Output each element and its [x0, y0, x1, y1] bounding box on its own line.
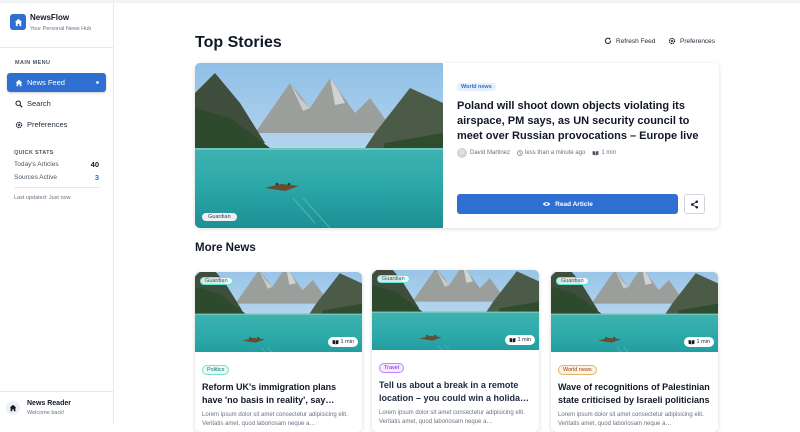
card-excerpt: Lorem ipsum dolor sit amet consectetur a… — [202, 412, 348, 427]
home-icon — [14, 78, 23, 87]
search-icon — [14, 99, 23, 108]
user-profile[interactable]: News Reader Welcome back! — [0, 391, 113, 424]
last-updated: Last updated: Just now — [14, 195, 71, 201]
news-card[interactable]: Guardian 1 min Travel Tell us about a br… — [372, 270, 539, 432]
user-home-icon — [6, 401, 20, 415]
stat-sources-active: Sources Active 3 — [0, 171, 113, 184]
read-time-chip: 1 min — [683, 337, 714, 347]
read-time-text: 1 min — [696, 339, 710, 345]
lake-photo — [195, 63, 443, 228]
card-image: Guardian 1 min — [551, 272, 718, 352]
stat-label: Today's Articles — [14, 161, 59, 168]
category-chip: Politics — [202, 365, 230, 375]
card-excerpt: Lorem ipsum dolor sit amet consectetur a… — [558, 412, 704, 427]
eye-icon — [542, 202, 551, 206]
category-chip: World news — [457, 83, 496, 91]
sidebar-item-label: Preferences — [27, 120, 68, 129]
gear-icon — [14, 120, 23, 129]
publish-time: less than a minute ago — [517, 150, 585, 156]
refresh-feed-label: Refresh Feed — [616, 37, 656, 45]
stat-value: 3 — [94, 173, 99, 182]
card-excerpt: Lorem ipsum dolor sit amet consectetur a… — [379, 410, 525, 425]
card-image: Guardian 1 min — [372, 270, 539, 350]
read-time-chip: 1 min — [327, 337, 358, 347]
read-time-text: 1 min — [340, 339, 354, 345]
author-name: David Martinez — [470, 150, 511, 156]
featured-meta: D David Martinez less than a minute ago … — [457, 148, 709, 158]
read-article-label: Read Article — [555, 200, 593, 208]
read-time-chip: 1 min — [504, 335, 535, 345]
sidebar-item-label: Search — [27, 99, 51, 108]
source-badge: Guardian — [202, 213, 237, 221]
featured-title[interactable]: Poland will shoot down objects violating… — [457, 99, 709, 144]
sidebar-item-news-feed[interactable]: News Feed — [7, 73, 106, 92]
news-card[interactable]: Guardian 1 min Politics Reform UK's immi… — [195, 272, 362, 432]
category-chip: World news — [558, 365, 597, 375]
stat-todays-articles: Today's Articles 40 — [0, 158, 113, 171]
user-subtitle: Welcome back! — [27, 410, 65, 416]
stat-label: Sources Active — [14, 174, 57, 181]
home-logo-icon — [10, 14, 26, 30]
featured-image[interactable]: Guardian — [195, 63, 443, 228]
book-icon — [688, 339, 694, 345]
sidebar-item-search[interactable]: Search — [7, 94, 106, 113]
read-article-button[interactable]: Read Article — [457, 194, 678, 214]
book-icon — [592, 150, 599, 156]
book-icon — [332, 339, 338, 345]
clock-icon — [517, 150, 523, 156]
menu-label: MAIN MENU — [15, 60, 51, 66]
main-content: Top Stories Refresh Feed Preferences Gua… — [114, 3, 800, 432]
publish-time-text: less than a minute ago — [525, 150, 586, 156]
read-time-text: 1 min — [601, 150, 617, 156]
stat-value: 40 — [90, 160, 99, 169]
refresh-feed-button[interactable]: Refresh Feed — [604, 37, 655, 45]
news-card[interactable]: Guardian 1 min World news Wave of recogn… — [551, 272, 718, 432]
sidebar-item-preferences[interactable]: Preferences — [7, 115, 106, 134]
more-news-title: More News — [195, 242, 256, 254]
preferences-label: Preferences — [680, 37, 716, 45]
source-chip: Guardian — [556, 277, 589, 285]
source-chip: Guardian — [200, 277, 233, 285]
brand[interactable]: NewsFlow Your Personal News Hub — [0, 3, 113, 47]
app-name: NewsFlow — [30, 13, 70, 22]
gear-icon — [668, 37, 676, 45]
read-time: 1 min — [592, 150, 616, 156]
preferences-button[interactable]: Preferences — [668, 37, 715, 45]
featured-story[interactable]: Guardian World news Poland will shoot do… — [195, 63, 719, 228]
read-time-text: 1 min — [517, 337, 531, 343]
author-avatar: D — [457, 148, 467, 158]
card-title[interactable]: Reform UK's immigration plans have 'no b… — [202, 381, 355, 408]
active-indicator-dot — [96, 81, 99, 84]
user-name: News Reader — [27, 400, 71, 407]
card-title[interactable]: Tell us about a break in a remote locati… — [379, 379, 532, 406]
card-image: Guardian 1 min — [195, 272, 362, 352]
sidebar: NewsFlow Your Personal News Hub MAIN MEN… — [0, 3, 114, 424]
page-title: Top Stories — [195, 34, 282, 51]
quick-stats-label: QUICK STATS — [14, 150, 54, 156]
card-title[interactable]: Wave of recognitions of Palestinian stat… — [558, 381, 711, 408]
refresh-icon — [604, 37, 612, 45]
source-chip: Guardian — [377, 275, 410, 283]
category-chip: Travel — [379, 363, 405, 373]
sidebar-item-label: News Feed — [27, 78, 65, 87]
share-button[interactable] — [684, 194, 705, 214]
book-icon — [509, 337, 515, 343]
share-icon — [690, 200, 699, 208]
app-tagline: Your Personal News Hub — [30, 26, 92, 32]
